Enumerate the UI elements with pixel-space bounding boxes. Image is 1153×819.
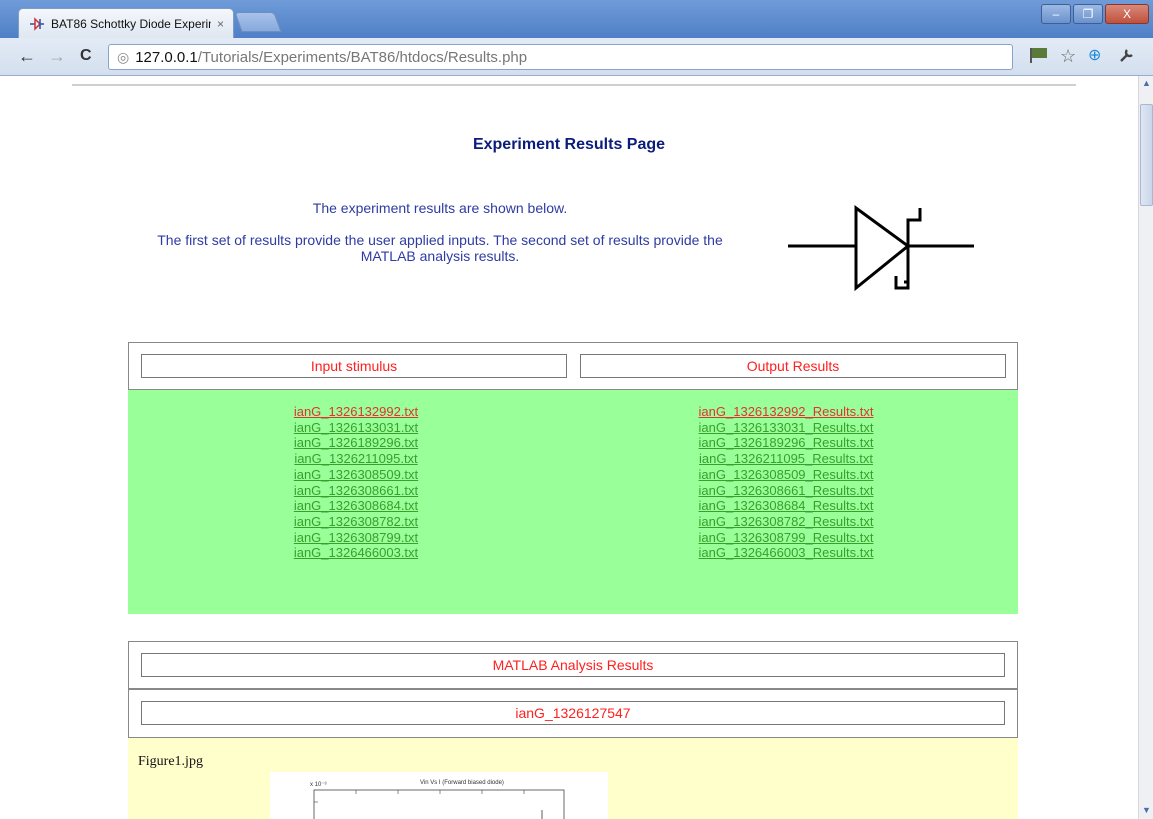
output-results-header: Output Results xyxy=(580,354,1006,378)
output-file-link[interactable]: ianG_1326189296_Results.txt xyxy=(666,435,906,451)
output-file-link[interactable]: ianG_1326133031_Results.txt xyxy=(666,420,906,436)
wrench-menu-icon[interactable] xyxy=(1118,46,1136,68)
restore-button[interactable]: ❐ xyxy=(1073,4,1103,24)
output-file-link[interactable]: ianG_1326132992_Results.txt xyxy=(666,404,906,420)
intro-text: The experiment results are shown below. … xyxy=(140,200,740,280)
url-path: /Tutorials/Experiments/BAT86/htdocs/Resu… xyxy=(197,48,528,66)
horizontal-rule xyxy=(72,84,1076,86)
input-file-link[interactable]: ianG_1326211095.txt xyxy=(256,451,456,467)
matlab-header-frame: MATLAB Analysis Results xyxy=(128,641,1018,689)
input-file-link[interactable]: ianG_1326308782.txt xyxy=(256,514,456,530)
output-file-link[interactable]: ianG_1326308799_Results.txt xyxy=(666,530,906,546)
tab-title: BAT86 Schottky Diode Experim xyxy=(51,16,211,31)
output-file-link[interactable]: ianG_1326211095_Results.txt xyxy=(666,451,906,467)
matlab-analysis-header: MATLAB Analysis Results xyxy=(141,653,1005,677)
figure-area: Figure1.jpg x 10⁻³ Vin Vs I (Forward bia… xyxy=(128,738,1018,819)
figure-exponent: x 10⁻³ xyxy=(310,782,327,788)
scroll-thumb[interactable] xyxy=(1140,104,1153,206)
input-file-link[interactable]: ianG_1326133031.txt xyxy=(256,420,456,436)
flag-icon[interactable] xyxy=(1028,46,1050,68)
output-file-link[interactable]: ianG_1326308509_Results.txt xyxy=(666,467,906,483)
input-file-link[interactable]: ianG_1326466003.txt xyxy=(256,545,456,561)
input-stimulus-header: Input stimulus xyxy=(141,354,567,378)
page-viewport[interactable]: Experiment Results Page The experiment r… xyxy=(0,76,1138,819)
forward-button[interactable]: → xyxy=(48,47,66,65)
extension-icon[interactable]: ⊕ xyxy=(1088,46,1101,66)
browser-tab[interactable]: BAT86 Schottky Diode Experim × xyxy=(18,8,234,38)
figure-title: Vin Vs I (Forward biased diode) xyxy=(420,780,504,786)
input-file-link[interactable]: ianG_1326189296.txt xyxy=(256,435,456,451)
intro-line-2: The first set of results provide the use… xyxy=(157,232,723,264)
new-tab-button[interactable] xyxy=(234,12,282,32)
matlab-run-id: ianG_1326127547 xyxy=(141,701,1005,725)
tab-close-icon[interactable]: × xyxy=(217,17,224,31)
minimize-button[interactable]: – xyxy=(1041,4,1071,24)
reload-button[interactable]: C xyxy=(80,47,92,65)
page-info-icon[interactable]: ◎ xyxy=(117,49,129,66)
bookmark-star-icon[interactable]: ☆ xyxy=(1060,46,1076,66)
results-header-frame: Input stimulus Output Results xyxy=(128,342,1018,390)
input-file-link[interactable]: ianG_1326132992.txt xyxy=(256,404,456,420)
address-bar[interactable]: ◎ 127.0.0.1/Tutorials/Experiments/BAT86/… xyxy=(108,44,1013,70)
matlab-run-frame: ianG_1326127547 xyxy=(128,689,1018,738)
close-window-button[interactable]: X xyxy=(1105,4,1149,24)
scroll-down-arrow-icon[interactable]: ▼ xyxy=(1141,805,1152,817)
figure-caption: Figure1.jpg xyxy=(138,754,203,769)
output-file-link[interactable]: ianG_1326466003_Results.txt xyxy=(666,545,906,561)
input-file-link[interactable]: ianG_1326308661.txt xyxy=(256,483,456,499)
figure-image: x 10⁻³ Vin Vs I (Forward biased diode) xyxy=(270,772,608,819)
output-files-list: ianG_1326132992_Results.txt ianG_13261330… xyxy=(666,404,906,561)
input-file-link[interactable]: ianG_1326308799.txt xyxy=(256,530,456,546)
schottky-diode-symbol-icon xyxy=(788,205,974,292)
intro-line-1: The experiment results are shown below. xyxy=(312,200,568,216)
window-title-bar: BAT86 Schottky Diode Experim × – ❐ X xyxy=(0,0,1153,38)
back-button[interactable]: ← xyxy=(18,47,36,65)
browser-toolbar: ← → C ◎ 127.0.0.1/Tutorials/Experiments/… xyxy=(0,38,1153,76)
output-file-link[interactable]: ianG_1326308661_Results.txt xyxy=(666,483,906,499)
results-files-area: ianG_1326132992.txt ianG_1326133031.txt ia… xyxy=(128,390,1018,614)
output-file-link[interactable]: ianG_1326308782_Results.txt xyxy=(666,514,906,530)
scroll-up-arrow-icon[interactable]: ▲ xyxy=(1141,78,1152,90)
output-file-link[interactable]: ianG_1326308684_Results.txt xyxy=(666,498,906,514)
page-title: Experiment Results Page xyxy=(472,136,666,153)
input-file-link[interactable]: ianG_1326308509.txt xyxy=(256,467,456,483)
input-file-link[interactable]: ianG_1326308684.txt xyxy=(256,498,456,514)
page-favicon-icon xyxy=(29,16,45,32)
vertical-scrollbar[interactable]: ▲ ▼ xyxy=(1138,76,1153,819)
url-host: 127.0.0.1 xyxy=(135,48,198,66)
input-files-list: ianG_1326132992.txt ianG_1326133031.txt ia… xyxy=(256,404,456,561)
